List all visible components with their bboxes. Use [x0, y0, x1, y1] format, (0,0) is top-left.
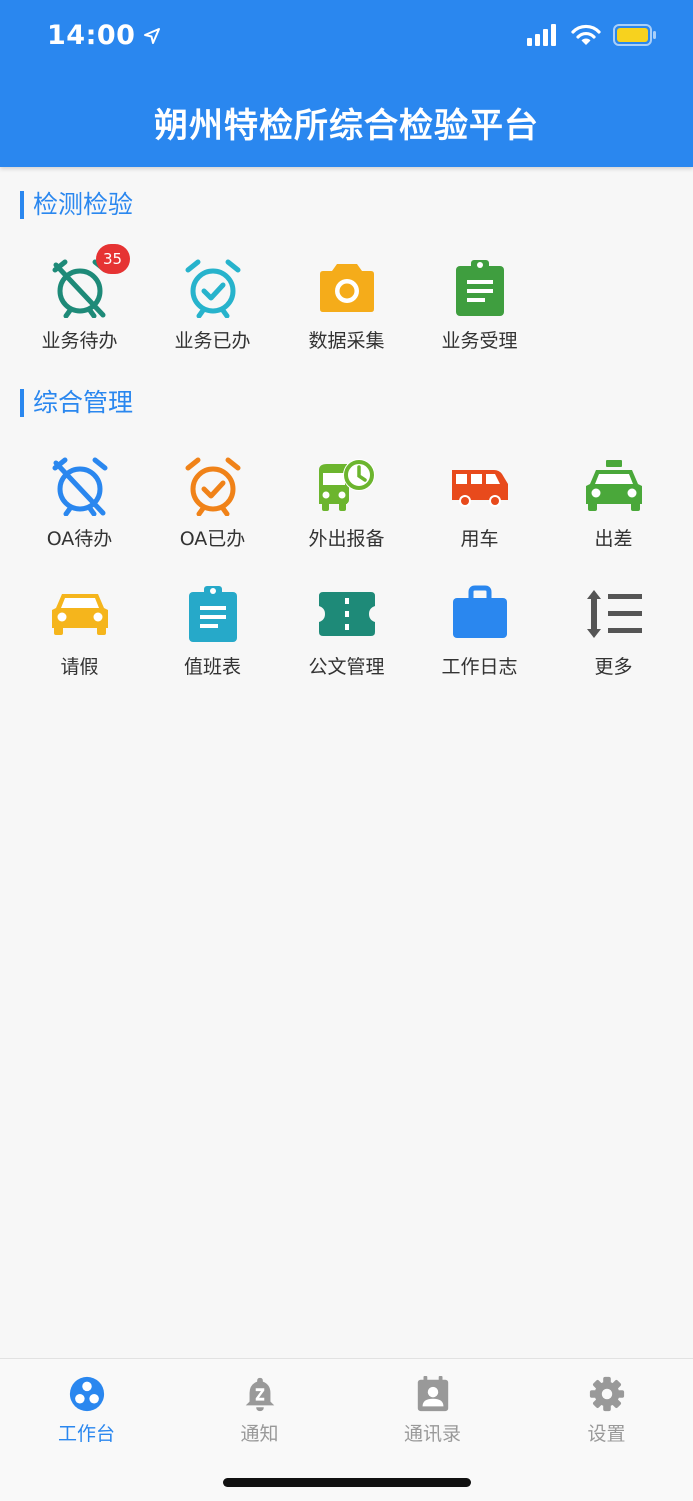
icon-wrap — [50, 456, 110, 516]
tab-workbench[interactable]: 工作台 — [0, 1375, 173, 1446]
grid-item-work-log[interactable]: 工作日志 — [413, 584, 546, 679]
todo-count-badge: 35 — [95, 244, 130, 274]
icon-wrap — [317, 584, 377, 644]
battery-icon — [613, 24, 656, 46]
grid-item-label: 请假 — [60, 656, 99, 678]
grid-item-label: 外出报备 — [308, 528, 385, 550]
app-header: 14:00 朔州特检所综合检验平台 — [0, 0, 693, 167]
grid-item-label: 业务受理 — [441, 330, 518, 352]
section-title-inspection: 检测检验 — [20, 191, 133, 219]
icon-wrap — [584, 584, 644, 644]
icon-wrap — [450, 456, 510, 516]
tab-label: 通知 — [240, 1423, 279, 1445]
wifi-icon — [571, 24, 601, 45]
grid-item-business-todo[interactable]: 35 业务待办 — [13, 244, 146, 353]
grid-item-label: 用车 — [460, 528, 499, 550]
icon-wrap — [183, 258, 243, 318]
icon-wrap — [317, 258, 377, 318]
status-bar-indicators — [527, 24, 657, 46]
location-arrow-icon — [144, 27, 161, 44]
grid-item-label: OA已办 — [179, 528, 246, 550]
bell-icon — [245, 1377, 274, 1412]
grid-item-label: 出差 — [594, 528, 633, 550]
grid-item-more[interactable]: 更多 — [547, 584, 680, 679]
section-title-management: 综合管理 — [20, 389, 133, 417]
ticket-icon — [318, 592, 375, 636]
grid-item-business-acceptance[interactable]: 业务受理 — [413, 258, 546, 353]
icon-wrap: 35 — [50, 244, 130, 318]
home-indicator — [223, 1478, 471, 1487]
icon-wrap — [317, 456, 377, 516]
tab-notifications[interactable]: 通知 — [173, 1375, 346, 1446]
grid-item-label: 业务待办 — [41, 330, 118, 352]
grid-item-leave[interactable]: 请假 — [13, 584, 146, 679]
car-icon — [51, 594, 108, 635]
grid-item-outing-report[interactable]: 外出报备 — [280, 456, 413, 551]
gear-icon — [589, 1376, 624, 1412]
grid-item-label: OA待办 — [46, 528, 113, 550]
taxi-icon — [585, 460, 642, 511]
contacts-icon — [417, 1375, 448, 1412]
clipboard-text-icon — [188, 586, 237, 642]
icon-wrap — [183, 456, 243, 516]
camera-icon — [319, 264, 374, 312]
icon-wrap — [450, 258, 510, 318]
tab-label: 通讯录 — [403, 1423, 461, 1445]
van-icon — [451, 470, 508, 507]
grid-item-business-trip[interactable]: 出差 — [547, 456, 680, 551]
bus-clock-icon — [318, 459, 375, 511]
grid-item-label: 值班表 — [183, 656, 241, 678]
grid-item-vehicle[interactable]: 用车 — [413, 456, 546, 551]
grid-item-label: 更多 — [594, 656, 633, 678]
grid-item-label: 数据采集 — [308, 330, 385, 352]
tab-label: 工作台 — [57, 1423, 115, 1445]
tab-settings[interactable]: 设置 — [520, 1375, 693, 1446]
sort-lines-icon — [586, 590, 642, 638]
alarm-check-icon — [185, 259, 240, 318]
grid-item-duty-roster[interactable]: 值班表 — [146, 584, 279, 679]
page-title: 朔州特检所综合检验平台 — [154, 106, 539, 146]
grid-item-label: 工作日志 — [441, 656, 518, 678]
icon-wrap — [50, 584, 110, 644]
icon-wrap — [584, 456, 644, 516]
icon-wrap — [450, 584, 510, 644]
signal-icon — [527, 24, 556, 46]
alarm-off-icon — [52, 457, 107, 516]
alarm-check-icon — [185, 457, 240, 516]
grid-item-business-done[interactable]: 业务已办 — [146, 258, 279, 353]
clipboard-text-icon — [455, 260, 504, 316]
tab-contacts[interactable]: 通讯录 — [346, 1375, 519, 1446]
tab-label: 设置 — [587, 1423, 626, 1445]
status-bar-time: 14:00 — [47, 20, 161, 51]
status-time-text: 14:00 — [47, 20, 136, 51]
workbench-icon — [69, 1376, 104, 1412]
briefcase-icon — [452, 585, 507, 638]
grid-item-data-collection[interactable]: 数据采集 — [280, 258, 413, 353]
grid-item-oa-done[interactable]: OA已办 — [146, 456, 279, 551]
icon-wrap — [183, 584, 243, 644]
grid-item-label: 业务已办 — [174, 330, 251, 352]
grid-item-oa-todo[interactable]: OA待办 — [13, 456, 146, 551]
grid-item-document-management[interactable]: 公文管理 — [280, 584, 413, 679]
grid-item-label: 公文管理 — [308, 656, 385, 678]
